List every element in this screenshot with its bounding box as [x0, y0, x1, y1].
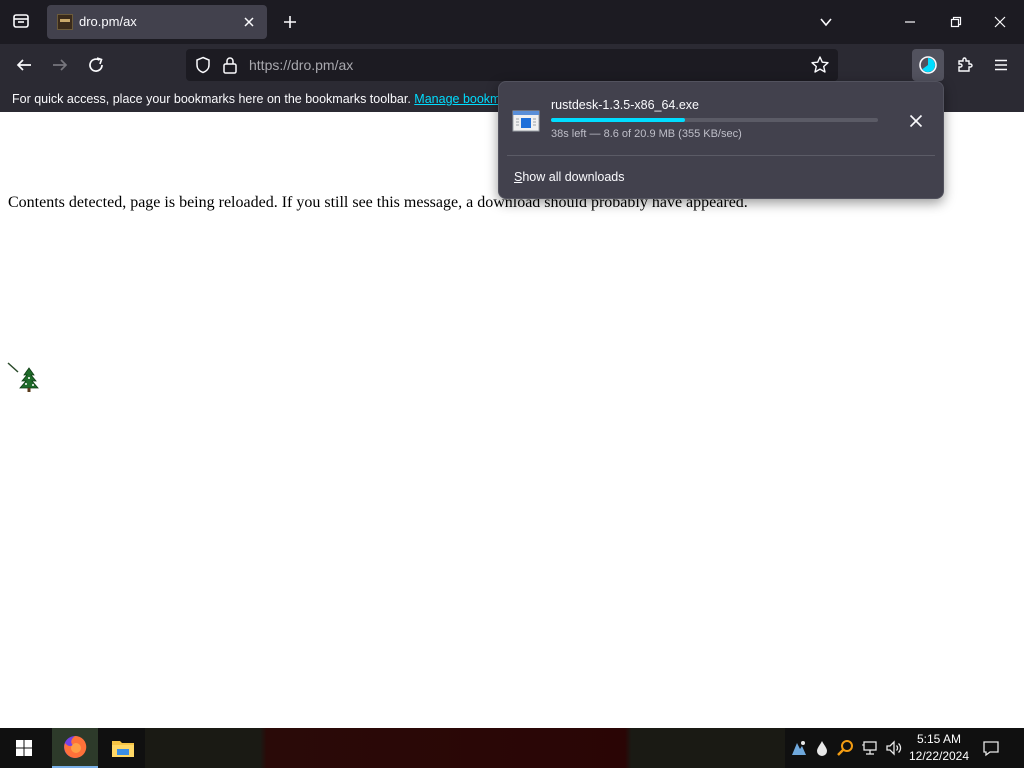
reload-button[interactable] — [83, 52, 109, 78]
firefox-view-button[interactable] — [8, 8, 34, 34]
exe-file-icon — [512, 110, 540, 132]
download-progress-bar — [551, 118, 878, 122]
panel-divider — [507, 155, 935, 156]
navigation-toolbar: https://dro.pm/ax — [0, 44, 1024, 86]
shield-icon[interactable] — [194, 56, 212, 74]
firefox-view-icon — [13, 14, 29, 28]
site-favicon-icon — [57, 14, 73, 30]
window-close-button[interactable] — [988, 10, 1012, 34]
tray-drop-icon[interactable] — [813, 739, 831, 757]
taskbar-clock[interactable]: 5:15 AM 12/22/2024 — [904, 731, 974, 765]
active-tab[interactable]: dro.pm/ax — [47, 5, 267, 39]
windows-logo-icon — [16, 740, 32, 756]
puzzle-icon — [958, 57, 973, 72]
taskbar-firefox[interactable] — [52, 728, 98, 768]
tab-strip: dro.pm/ax — [0, 0, 1024, 44]
back-arrow-icon — [16, 59, 31, 71]
new-tab-button[interactable] — [278, 10, 302, 34]
app-menu-button[interactable] — [988, 52, 1014, 78]
bookmarks-hint-text: For quick access, place your bookmarks h… — [12, 92, 411, 106]
firefox-icon — [64, 735, 87, 758]
show-all-downloads-button[interactable]: Show all downloads — [514, 170, 625, 184]
clock-time: 5:15 AM — [916, 732, 962, 746]
bookmarks-empty-message: For quick access, place your bookmarks h… — [12, 92, 524, 106]
tray-app-icon[interactable] — [790, 739, 808, 757]
start-button[interactable] — [0, 728, 48, 768]
extensions-button[interactable] — [952, 52, 978, 78]
tray-volume[interactable] — [885, 739, 903, 757]
list-all-tabs-button[interactable] — [814, 10, 838, 34]
action-center-button[interactable] — [980, 737, 1002, 759]
windows-taskbar: 5:15 AM 12/22/2024 — [0, 728, 1024, 768]
reload-icon — [89, 57, 103, 72]
people-icon — [792, 741, 806, 755]
tray-network[interactable] — [861, 739, 879, 757]
chevron-down-icon — [820, 18, 832, 27]
tray-search-icon[interactable] — [836, 739, 854, 757]
folder-icon — [112, 741, 134, 757]
page-content: Contents detected, page is being reloade… — [0, 112, 1024, 728]
tab-close-button[interactable] — [239, 12, 259, 32]
lock-icon[interactable] — [222, 56, 238, 74]
address-bar[interactable]: https://dro.pm/ax — [186, 49, 838, 81]
download-progress-icon — [919, 56, 937, 74]
tab-title: dro.pm/ax — [79, 14, 137, 29]
christmas-tree-icon — [7, 362, 39, 392]
network-icon — [862, 741, 877, 755]
close-icon — [994, 16, 1006, 28]
download-progress-fill — [551, 118, 686, 122]
plus-icon — [284, 16, 296, 28]
forward-arrow-icon — [53, 59, 68, 71]
hamburger-menu-icon — [995, 59, 1007, 71]
downloads-panel: rustdesk-1.3.5-x86_64.exe 38s left — 8.6… — [498, 81, 944, 199]
minimize-icon — [905, 21, 915, 23]
show-all-label-rest: how all downloads — [522, 170, 625, 184]
cancel-download-button[interactable] — [905, 110, 927, 132]
back-button[interactable] — [11, 52, 37, 78]
url-text[interactable]: https://dro.pm/ax — [249, 57, 353, 73]
water-drop-icon — [817, 741, 827, 756]
desktop-wallpaper-strip — [145, 728, 785, 768]
notification-icon — [983, 741, 999, 757]
download-filename[interactable]: rustdesk-1.3.5-x86_64.exe — [551, 98, 699, 112]
magnifier-icon — [837, 740, 853, 756]
minimize-button[interactable] — [898, 10, 922, 34]
close-icon — [909, 114, 923, 128]
clock-date: 12/22/2024 — [908, 749, 970, 763]
download-status: 38s left — 8.6 of 20.9 MB (355 KB/sec) — [551, 128, 742, 140]
forward-button[interactable] — [47, 52, 73, 78]
speaker-icon — [886, 740, 902, 756]
downloads-button[interactable] — [912, 49, 944, 81]
bookmark-star-icon[interactable] — [810, 55, 830, 75]
taskbar-file-explorer[interactable] — [100, 728, 146, 768]
restore-button[interactable] — [944, 10, 968, 34]
restore-icon — [950, 16, 962, 28]
close-icon — [244, 17, 254, 27]
